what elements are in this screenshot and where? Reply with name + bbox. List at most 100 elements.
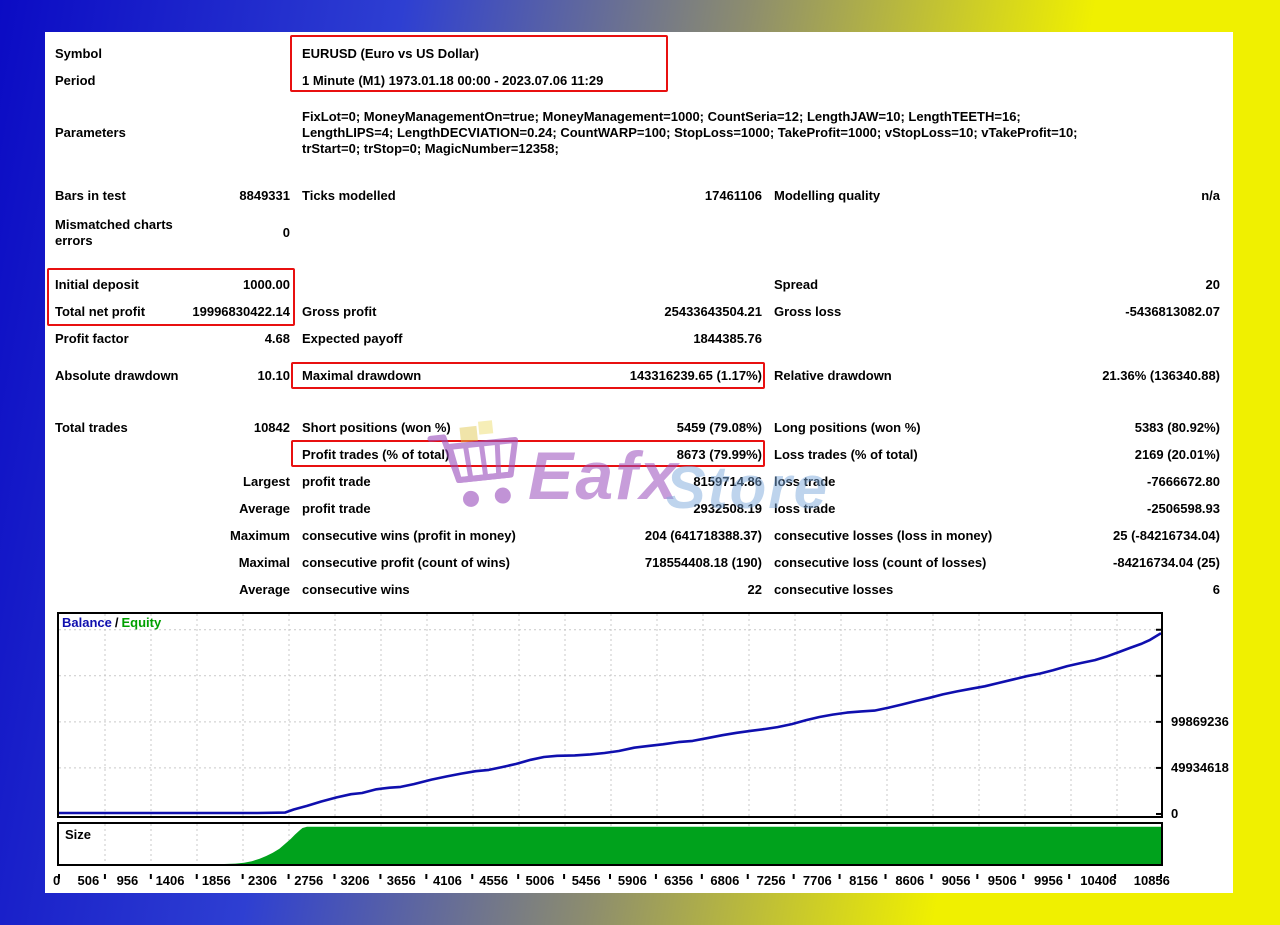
report-cell: 8159714.86 (693, 473, 762, 489)
x-axis-labels: 0 506 956 1406 1856 2306 2756 3206 3656 4106 4556 5… (53, 873, 1170, 888)
report-cell: n/a (1201, 187, 1220, 203)
report-cell: Bars in test (55, 187, 126, 203)
report-row: Profit trades (% of total) 8673 (79.99%) L… (55, 441, 1220, 468)
report-cell: Expected payoff (302, 330, 403, 346)
report-cell: Average (239, 581, 290, 597)
report-cell: 17461106 (704, 187, 762, 203)
report-cell: 1000.00 (243, 276, 290, 292)
y-axis-label: 49934618 (1171, 759, 1229, 775)
report-cell: Long positions (won %) (774, 419, 921, 435)
report-cell: Total trades (55, 419, 128, 435)
report-cell: profit trade (302, 473, 371, 489)
report-row: Mismatched charts errors 0 (55, 209, 1220, 257)
report-cell: Total net profit (55, 303, 146, 319)
x-axis-label: 9056 (941, 873, 971, 888)
report-cell: -7666672.80 (1146, 473, 1220, 489)
report-cell: Loss trades (% of total) (774, 446, 918, 462)
x-axis-label: 6806 (710, 873, 740, 888)
report-cell: Mismatched charts errors (55, 217, 173, 248)
x-axis-label: 6356 (664, 873, 694, 888)
report-row: Maximal consecutive profit (count of wins… (55, 549, 1220, 576)
report-table: Symbol EURUSD (Euro vs US Dollar) Period 1 … (45, 32, 1233, 603)
report-cell: profit trade (302, 500, 371, 516)
report-cell: -84216734.04 (25) (1113, 554, 1220, 570)
strategy-tester-report: { "report": { "rows": [ {"wide":true, "c… (0, 0, 1280, 925)
x-axis-label: 7256 (756, 873, 786, 888)
x-axis-label: 10856 (1133, 873, 1170, 888)
report-row: Absolute drawdown 10.10 Maximal drawdown 14… (55, 352, 1220, 400)
report-cell: 718554408.18 (190) (644, 554, 762, 570)
x-axis-label: 10406 (1080, 873, 1117, 888)
report-cell: 25433643504.21 (664, 303, 762, 319)
x-axis-label: 5006 (525, 873, 555, 888)
report-cell: FixLot=0; MoneyManagementOn=true; MoneyM… (302, 109, 1078, 156)
report-cell: 10.10 (257, 368, 290, 383)
x-axis-label: 1406 (155, 873, 185, 888)
report-cell: EURUSD (Euro vs US Dollar) (302, 45, 479, 61)
report-row: Largest profit trade 8159714.86 loss trade -… (55, 468, 1220, 495)
report-cell: loss trade (774, 473, 836, 489)
report-cell: Maximum (230, 527, 290, 543)
report-cell: Absolute drawdown (55, 368, 179, 383)
x-axis-label: 956 (116, 873, 139, 888)
report-cell: Profit trades (% of total) (302, 446, 450, 462)
report-row: Parameters FixLot=0; MoneyManagementOn=tr… (55, 94, 1220, 172)
report-cell: Initial deposit (55, 276, 139, 292)
report-row: Maximum consecutive wins (profit in money… (55, 522, 1220, 549)
y-axis-labels: 99869236 49934618 0 (1171, 612, 1233, 821)
report-panel: Symbol EURUSD (Euro vs US Dollar) Period 1 … (45, 32, 1233, 893)
report-cell: 4.68 (264, 330, 290, 346)
report-cell: 19996830422.14 (192, 303, 290, 319)
x-axis-label: 8606 (895, 873, 925, 888)
x-axis-label: 3656 (386, 873, 416, 888)
report-cell: 5383 (80.92%) (1134, 419, 1220, 435)
x-axis-label: 5456 (571, 873, 601, 888)
report-cell: 21.36% (136340.88) (1102, 368, 1220, 383)
report-row: Symbol EURUSD (Euro vs US Dollar) (55, 40, 1220, 67)
report-cell: 8849331 (239, 187, 290, 203)
report-cell: consecutive losses (loss in money) (774, 527, 993, 543)
x-axis-label: 5906 (617, 873, 647, 888)
report-cell: Ticks modelled (302, 187, 396, 203)
y-axis-label: 99869236 (1171, 713, 1229, 729)
x-axis-label: 9506 (987, 873, 1017, 888)
report-cell: Short positions (won %) (302, 419, 451, 435)
report-cell: Parameters (55, 125, 126, 140)
report-cell: Modelling quality (774, 187, 881, 203)
legend-equity: Equity (121, 615, 162, 630)
report-cell: 25 (-84216734.04) (1113, 527, 1220, 543)
x-axis-label: 2756 (294, 873, 324, 888)
report-cell: -2506598.93 (1146, 500, 1220, 516)
x-axis-label: 4106 (432, 873, 462, 888)
report-cell: Maximal (238, 554, 290, 570)
report-cell: Spread (774, 276, 819, 292)
report-cell: -5436813082.07 (1125, 303, 1220, 319)
report-cell: 2932508.19 (693, 500, 762, 516)
report-cell: 10842 (253, 419, 290, 435)
report-cell: Largest (243, 473, 290, 489)
x-axis-label: 4556 (479, 873, 509, 888)
size-chart: Size (57, 822, 1163, 866)
legend-balance: Balance (62, 615, 112, 630)
size-chart-title: Size (65, 827, 92, 842)
report-cell: Profit factor (55, 330, 129, 346)
report-cell: Average (239, 500, 290, 516)
report-cell: Relative drawdown (774, 368, 892, 383)
report-cell: consecutive wins (profit in money) (302, 527, 516, 543)
report-row: Total net profit 19996830422.14 Gross prof… (55, 298, 1220, 325)
report-cell: Symbol (55, 45, 102, 61)
report-row: Total trades 10842 Short positions (won %)… (55, 414, 1220, 441)
report-row: Average profit trade 2932508.19 loss trade -… (55, 495, 1220, 522)
report-row: Initial deposit 1000.00 Spread 20 (55, 271, 1220, 298)
report-row: Period 1 Minute (M1) 1973.01.18 00:00 - 2… (55, 67, 1220, 94)
report-cell: consecutive wins (302, 581, 410, 597)
report-cell: 204 (641718388.37) (644, 527, 762, 543)
report-cell: Period (55, 72, 96, 88)
report-cell: 20 (1205, 276, 1220, 292)
report-cell: 8673 (79.99%) (676, 446, 762, 462)
x-axis-label: 9956 (1034, 873, 1063, 888)
report-cell: 22 (747, 581, 762, 597)
report-cell: 1844385.76 (693, 330, 762, 346)
x-axis-label: 1856 (201, 873, 231, 888)
x-axis-ticks (57, 867, 1163, 879)
